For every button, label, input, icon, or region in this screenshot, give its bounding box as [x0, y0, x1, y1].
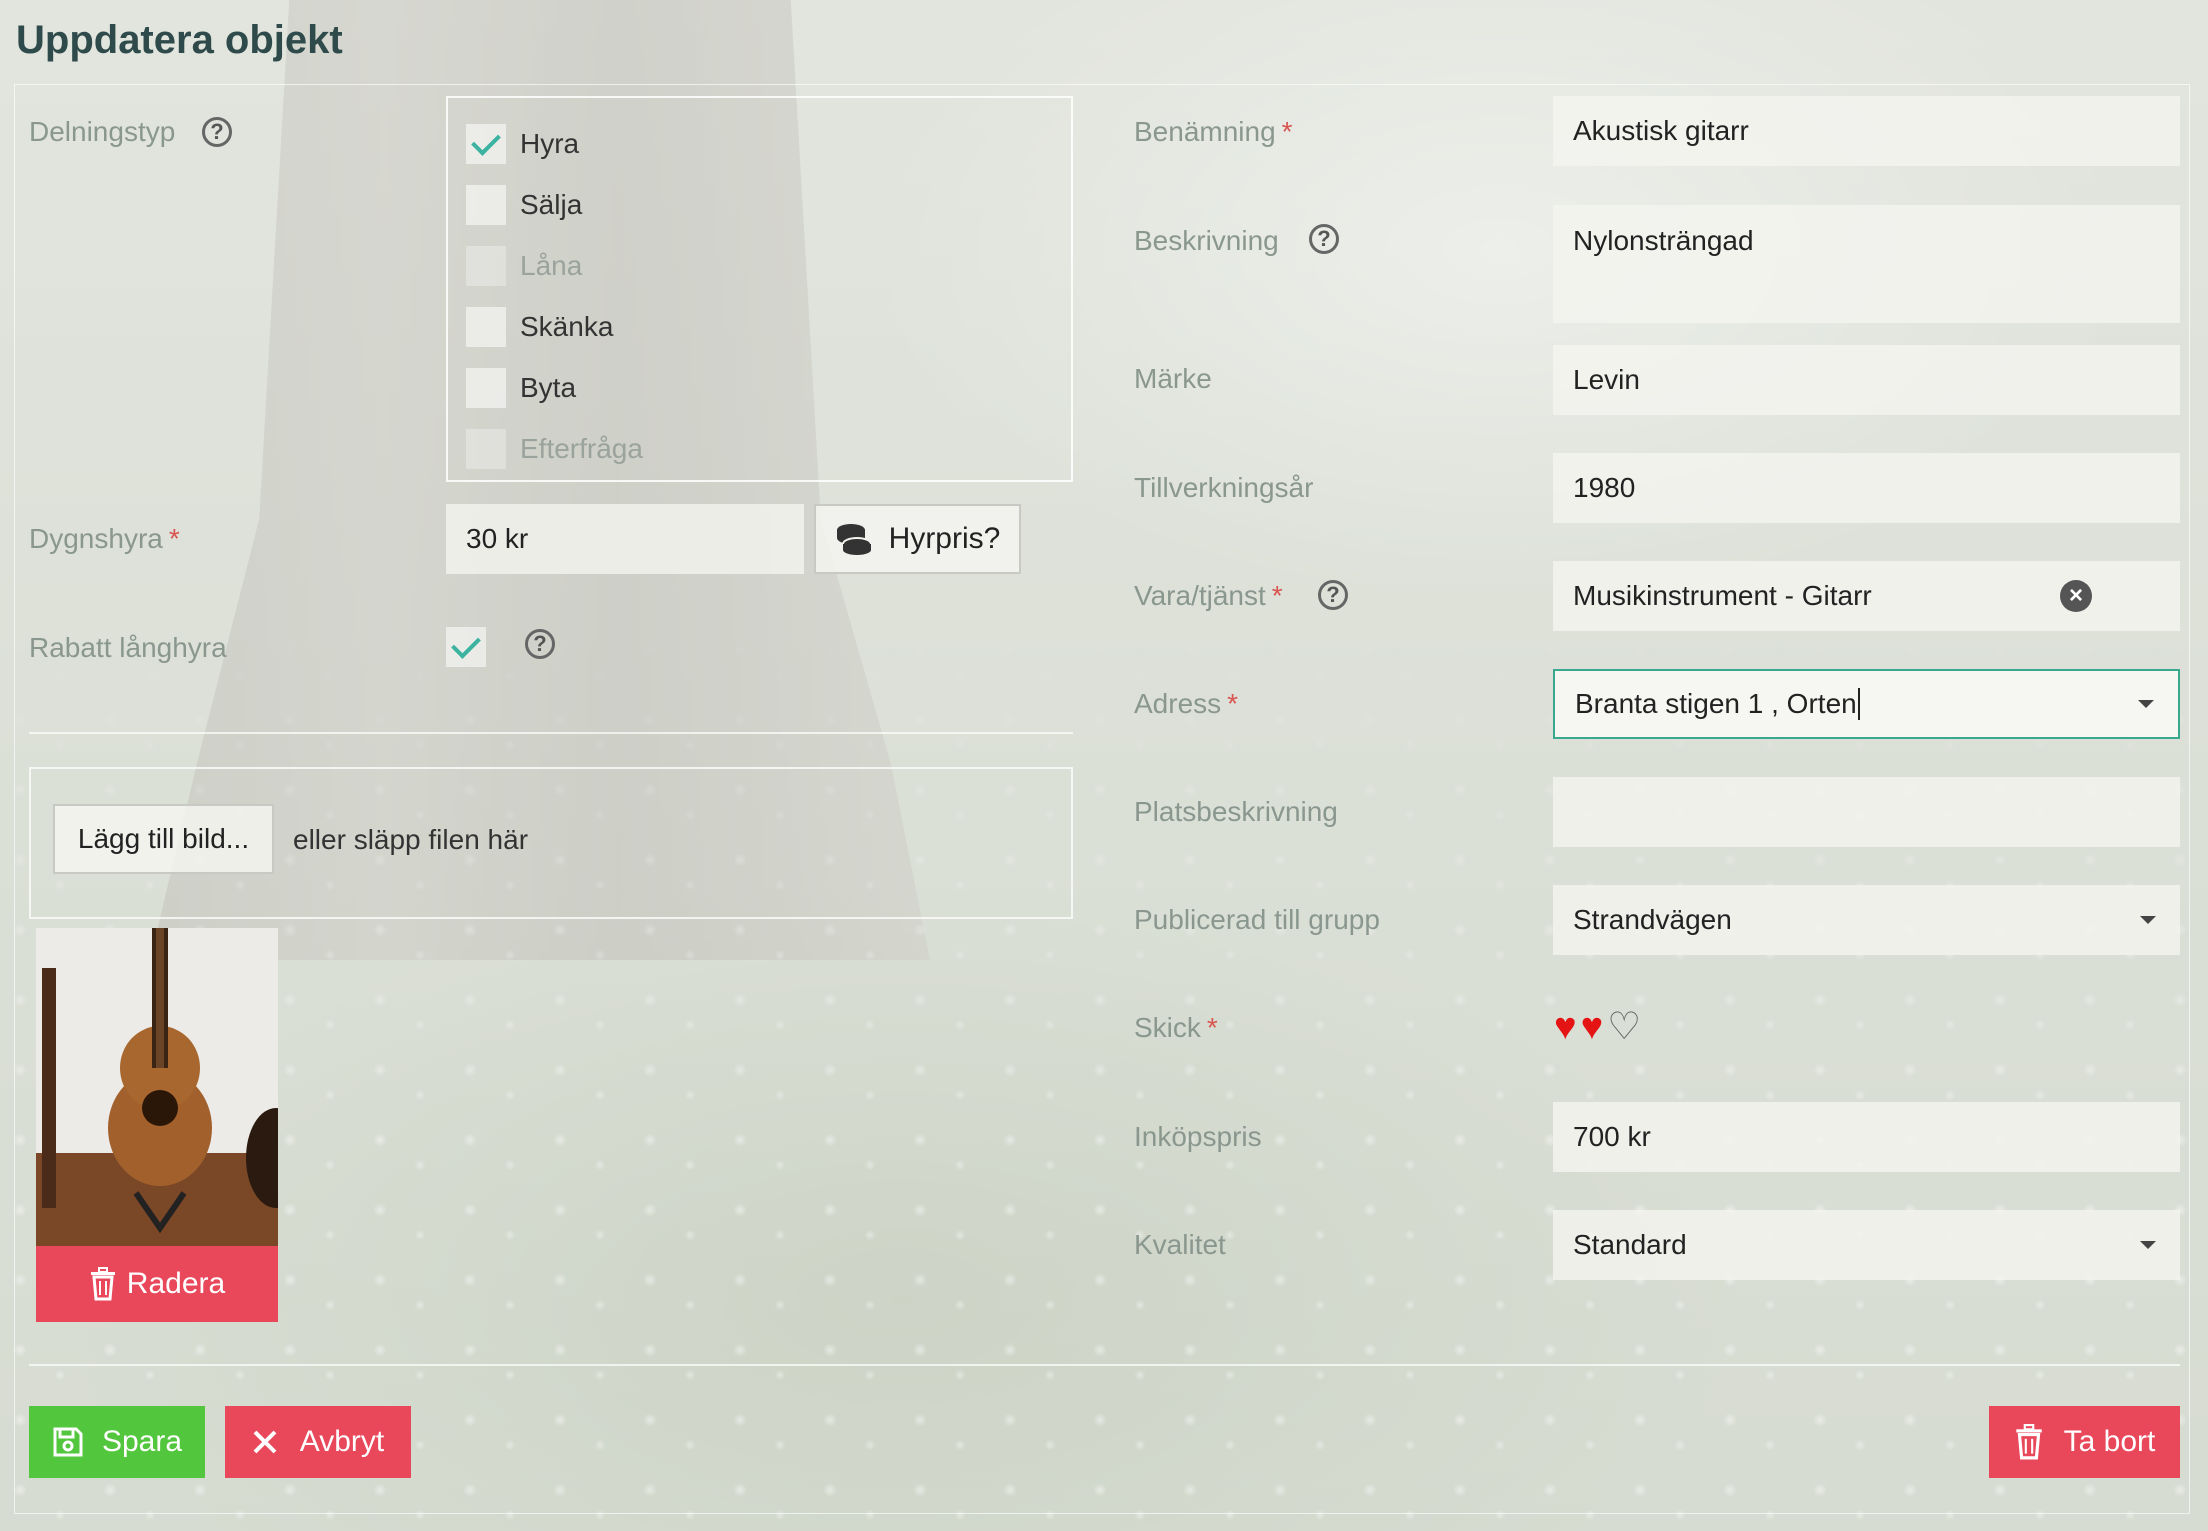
checkbox-lana [466, 246, 506, 286]
hyrpris-button[interactable]: Hyrpris? [814, 504, 1021, 574]
checkbox-salja[interactable] [466, 185, 506, 225]
inkopspris-value: 700 kr [1573, 1121, 1651, 1152]
share-type-salja[interactable]: Sälja [466, 183, 582, 227]
checkbox-efterfraga [466, 429, 506, 469]
kvalitet-select[interactable]: Standard [1553, 1210, 2180, 1280]
text-cursor [1857, 688, 1860, 720]
hyrpris-label: Hyrpris? [888, 522, 1001, 555]
rabatt-checkbox[interactable] [446, 627, 486, 667]
trash-icon [2015, 1424, 2042, 1460]
close-icon [253, 1430, 277, 1454]
rabatt-help-icon[interactable]: ? [525, 629, 555, 659]
footer-divider [29, 1364, 2180, 1366]
divider [29, 732, 1073, 734]
chevron-down-icon[interactable] [2138, 700, 2154, 708]
heart-full-icon[interactable]: ♥ [1554, 1008, 1577, 1046]
vara-value: Musikinstrument - Gitarr [1573, 580, 1872, 611]
save-label: Spara [101, 1425, 183, 1458]
floppy-disk-icon [53, 1427, 83, 1457]
benamning-value: Akustisk gitarr [1573, 115, 1749, 146]
guitar-thumbnail [36, 928, 278, 1246]
dygnshyra-value: 30 kr [466, 523, 529, 554]
checkbox-byta[interactable] [466, 368, 506, 408]
benamning-label: Benämning * [1134, 116, 1293, 147]
coins-icon [836, 524, 872, 555]
chevron-down-icon[interactable] [2140, 1241, 2156, 1249]
share-type-label: Byta [520, 372, 577, 403]
share-type-label: Skänka [520, 311, 614, 342]
inkopspris-input[interactable]: 700 kr [1553, 1102, 2180, 1172]
dygnshyra-input[interactable]: 30 kr [446, 504, 804, 574]
adress-select[interactable]: Branta stigen 1 , Orten [1553, 669, 2180, 739]
beskrivning-textarea[interactable]: Nylonsträngad [1553, 205, 2180, 323]
checkbox-skanka[interactable] [466, 307, 506, 347]
vara-label: Vara/tjänst * [1134, 580, 1283, 611]
share-type-skanka[interactable]: Skänka [466, 305, 613, 349]
skick-rating[interactable]: ♥ ♥ ♡ [1554, 1008, 1641, 1046]
benamning-input[interactable]: Akustisk gitarr [1553, 96, 2180, 166]
add-image-button[interactable]: Lägg till bild... [53, 804, 274, 874]
grupp-select[interactable]: Strandvägen [1553, 885, 2180, 955]
kvalitet-value: Standard [1573, 1229, 1687, 1260]
marke-value: Levin [1573, 364, 1640, 395]
platsbeskrivning-label: Platsbeskrivning [1134, 796, 1338, 827]
grupp-value: Strandvägen [1573, 904, 1732, 935]
add-image-label: Lägg till bild... [77, 823, 250, 854]
delningstyp-label: Delningstyp [29, 116, 176, 147]
share-type-byta[interactable]: Byta [466, 366, 576, 410]
guitar-image [36, 928, 278, 1246]
share-type-label: Sälja [520, 189, 583, 220]
dygnshyra-label: Dygnshyra * [29, 523, 180, 554]
save-button[interactable]: Spara [29, 1406, 205, 1478]
update-object-page: Uppdatera objekt Delningstyp ? Hyra Sälj… [0, 0, 2208, 1531]
marke-label: Märke [1134, 363, 1212, 394]
tillverkningsar-input[interactable]: 1980 [1553, 453, 2180, 523]
tillverkningsar-label: Tillverkningsår [1134, 472, 1314, 503]
share-type-label: Efterfråga [520, 433, 643, 464]
vara-select[interactable]: Musikinstrument - Gitarr × [1553, 561, 2180, 631]
rabatt-label: Rabatt långhyra [29, 632, 227, 663]
share-type-efterfraga: Efterfråga [466, 427, 643, 471]
share-type-lana: Låna [466, 244, 582, 288]
adress-value: Branta stigen 1 , Orten [1575, 688, 1857, 719]
beskrivning-label: Beskrivning [1134, 225, 1279, 256]
trash-icon [90, 1267, 115, 1301]
platsbeskrivning-input[interactable] [1553, 777, 2180, 847]
chevron-down-icon[interactable] [2140, 916, 2156, 924]
page-title: Uppdatera objekt [16, 18, 343, 62]
checkbox-hyra[interactable] [466, 124, 506, 164]
vara-help-icon[interactable]: ? [1318, 580, 1348, 610]
grupp-label: Publicerad till grupp [1134, 904, 1380, 935]
marke-input[interactable]: Levin [1553, 345, 2180, 415]
delete-object-label: Ta bort [2063, 1425, 2156, 1458]
skick-label: Skick * [1134, 1012, 1218, 1043]
share-type-list: Hyra Sälja Låna Skänka Byta Efterfråga [446, 96, 1073, 482]
share-type-label: Låna [520, 250, 583, 281]
cancel-label: Avbryt [299, 1425, 385, 1458]
delete-object-button[interactable]: Ta bort [1989, 1406, 2180, 1478]
beskrivning-help-icon[interactable]: ? [1309, 224, 1339, 254]
inkopspris-label: Inköpspris [1134, 1121, 1262, 1152]
delningstyp-help-icon[interactable]: ? [202, 117, 232, 147]
share-type-hyra[interactable]: Hyra [466, 122, 579, 166]
heart-empty-icon[interactable]: ♡ [1607, 1008, 1641, 1046]
tillverkningsar-value: 1980 [1573, 472, 1636, 503]
clear-icon[interactable]: × [2060, 580, 2092, 612]
share-type-label: Hyra [520, 128, 580, 159]
kvalitet-label: Kvalitet [1134, 1229, 1226, 1260]
heart-full-icon[interactable]: ♥ [1581, 1008, 1604, 1046]
delete-image-label: Radera [126, 1267, 226, 1300]
cancel-button[interactable]: Avbryt [225, 1406, 411, 1478]
adress-label: Adress * [1134, 688, 1239, 719]
beskrivning-value: Nylonsträngad [1573, 225, 1754, 256]
delete-image-button[interactable]: Radera [36, 1246, 278, 1322]
drop-text: eller släpp filen här [293, 824, 529, 855]
